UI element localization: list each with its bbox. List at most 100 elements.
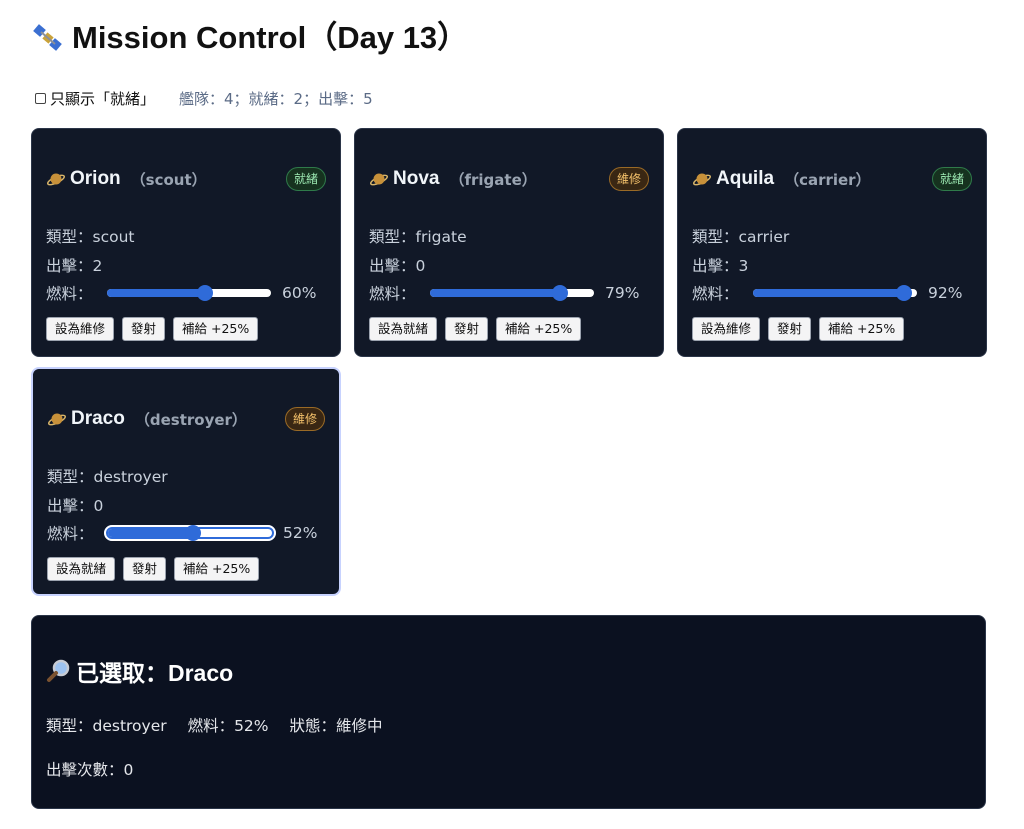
ship-actions: 設為維修 發射 補給 +25% (46, 317, 259, 341)
type-label: 類型： (692, 228, 739, 246)
detail-type: 類型：destroyer (46, 717, 167, 735)
launch-button[interactable]: 發射 (122, 317, 166, 341)
fuel-percent: 79% (605, 284, 640, 302)
ship-name: Draco (71, 408, 125, 429)
sorties-label: 出擊： (46, 257, 93, 275)
detail-title-text: 已選取：Draco (76, 660, 234, 686)
sorties-value: 0 (415, 257, 426, 275)
toggle-status-button[interactable]: 設為就緒 (47, 557, 116, 581)
fuel-slider[interactable] (107, 285, 271, 301)
ship-type-tag: （scout） (130, 170, 207, 189)
status-badge: 就緒 (285, 167, 326, 191)
sorties-row: 出擊：3 (692, 254, 748, 276)
fuel-label: 燃料： (692, 285, 739, 303)
detail-status: 狀態：維修中 (289, 717, 383, 735)
planet-icon (47, 413, 67, 426)
ship-card[interactable]: Aquila （carrier） 就緒類型：carrier 出擊：3 燃料： 92% 設為維… (677, 128, 987, 357)
fuel-percent: 60% (282, 284, 317, 302)
planet-icon (46, 173, 66, 186)
ship-card-header: Aquila （carrier） 就緒 (692, 165, 972, 193)
toggle-status-button[interactable]: 設為維修 (46, 317, 115, 341)
fuel-slider-thumb[interactable] (197, 285, 214, 301)
magnifier-icon (47, 659, 70, 682)
fuel-slider-thumb[interactable] (895, 285, 912, 301)
fuel-slider-fill (753, 289, 904, 297)
toggle-status-button[interactable]: 設為就緒 (369, 317, 438, 341)
refuel-button[interactable]: 補給 +25% (173, 317, 259, 341)
ship-type-value: destroyer (93, 468, 168, 486)
refuel-button[interactable]: 補給 +25% (174, 557, 260, 581)
fuel-label: 燃料： (46, 285, 93, 303)
sorties-row: 出擊：2 (46, 254, 102, 276)
page-title-text: Mission Control（Day 13） (72, 20, 469, 55)
fuel-row: 燃料： 79% (369, 282, 649, 304)
sorties-label: 出擊： (692, 257, 739, 275)
status-badge: 就緒 (931, 167, 972, 191)
fuel-row: 燃料： 60% (46, 282, 326, 304)
launch-button[interactable]: 發射 (768, 317, 812, 341)
ship-card[interactable]: Draco （destroyer） 維修類型：destroyer 出擊：0 燃料： 52%… (31, 367, 341, 596)
planet-icon (369, 173, 389, 186)
launch-button[interactable]: 發射 (445, 317, 489, 341)
fuel-percent: 52% (283, 524, 318, 542)
sorties-row: 出擊：0 (369, 254, 425, 276)
ship-type-row: 類型：destroyer (47, 465, 168, 487)
satellite-icon (33, 24, 62, 51)
status-badge: 維修 (608, 167, 649, 191)
fleet-summary: 艦隊：4；就緒：2；出擊：5 (179, 89, 373, 108)
ship-name: Nova (393, 168, 440, 189)
ship-name: Aquila (716, 168, 775, 189)
ship-card-header: Nova （frigate） 維修 (369, 165, 649, 193)
ship-type-value: frigate (415, 228, 467, 246)
ready-only-label[interactable]: 只顯示「就緒」 (50, 88, 155, 109)
detail-fuel: 燃料：52% (187, 717, 269, 735)
refuel-button[interactable]: 補給 +25% (819, 317, 905, 341)
ship-card-header: Orion （scout） 就緒 (46, 165, 326, 193)
status-badge: 維修 (284, 407, 325, 431)
page-title: Mission Control（Day 13） (32, 18, 468, 58)
ship-type-row: 類型：frigate (369, 225, 467, 247)
ship-type-tag: （frigate） (449, 170, 537, 189)
fuel-slider-thumb[interactable] (551, 285, 568, 301)
sorties-label: 出擊： (369, 257, 416, 275)
sorties-row: 出擊：0 (47, 494, 103, 516)
sorties-value: 2 (92, 257, 103, 275)
type-label: 類型： (46, 228, 93, 246)
fuel-slider-thumb[interactable] (185, 525, 202, 541)
fuel-percent: 92% (928, 284, 963, 302)
fuel-slider-fill (108, 529, 194, 537)
selected-ship-panel: 已選取：Draco 類型：destroyer 燃料：52% 狀態：維修中 出擊次… (31, 615, 986, 809)
fuel-slider-fill (430, 289, 560, 297)
fuel-slider-fill (107, 289, 206, 297)
ship-type-row: 類型：scout (46, 225, 135, 247)
ship-card[interactable]: Orion （scout） 就緒類型：scout 出擊：2 燃料： 60% 設為維修 發射 補給… (31, 128, 341, 357)
sorties-value: 3 (738, 257, 749, 275)
toggle-status-button[interactable]: 設為維修 (692, 317, 761, 341)
ship-type-tag: （destroyer） (134, 410, 247, 429)
fuel-slider[interactable] (753, 285, 917, 301)
ship-card[interactable]: Nova （frigate） 維修類型：frigate 出擊：0 燃料： 79% 設為就緒發… (354, 128, 664, 357)
filter-bar: 只顯示「就緒」 艦隊：4；就緒：2；出擊：5 (35, 86, 373, 110)
fuel-row: 燃料： 92% (692, 282, 972, 304)
type-label: 類型： (47, 468, 94, 486)
fuel-slider[interactable] (430, 285, 594, 301)
ship-actions: 設為維修 發射 補給 +25% (692, 317, 905, 341)
fuel-row: 燃料： 52% (47, 522, 325, 544)
ship-type-value: scout (92, 228, 135, 246)
ship-type-value: carrier (738, 228, 790, 246)
ship-card-header: Draco （destroyer） 維修 (47, 405, 325, 433)
sorties-label: 出擊： (47, 497, 94, 515)
type-label: 類型： (369, 228, 416, 246)
ship-actions: 設為就緒 發射 補給 +25% (47, 557, 260, 581)
ship-actions: 設為就緒 發射 補給 +25% (369, 317, 582, 341)
planet-icon (692, 173, 712, 186)
fuel-label: 燃料： (369, 285, 416, 303)
ship-type-tag: （carrier） (784, 170, 871, 189)
ready-only-checkbox[interactable] (35, 92, 46, 104)
sorties-value: 0 (93, 497, 104, 515)
fuel-slider[interactable] (104, 525, 276, 541)
refuel-button[interactable]: 補給 +25% (496, 317, 582, 341)
ship-name: Orion (70, 168, 121, 189)
launch-button[interactable]: 發射 (123, 557, 167, 581)
detail-title: 已選取：Draco (46, 654, 233, 688)
